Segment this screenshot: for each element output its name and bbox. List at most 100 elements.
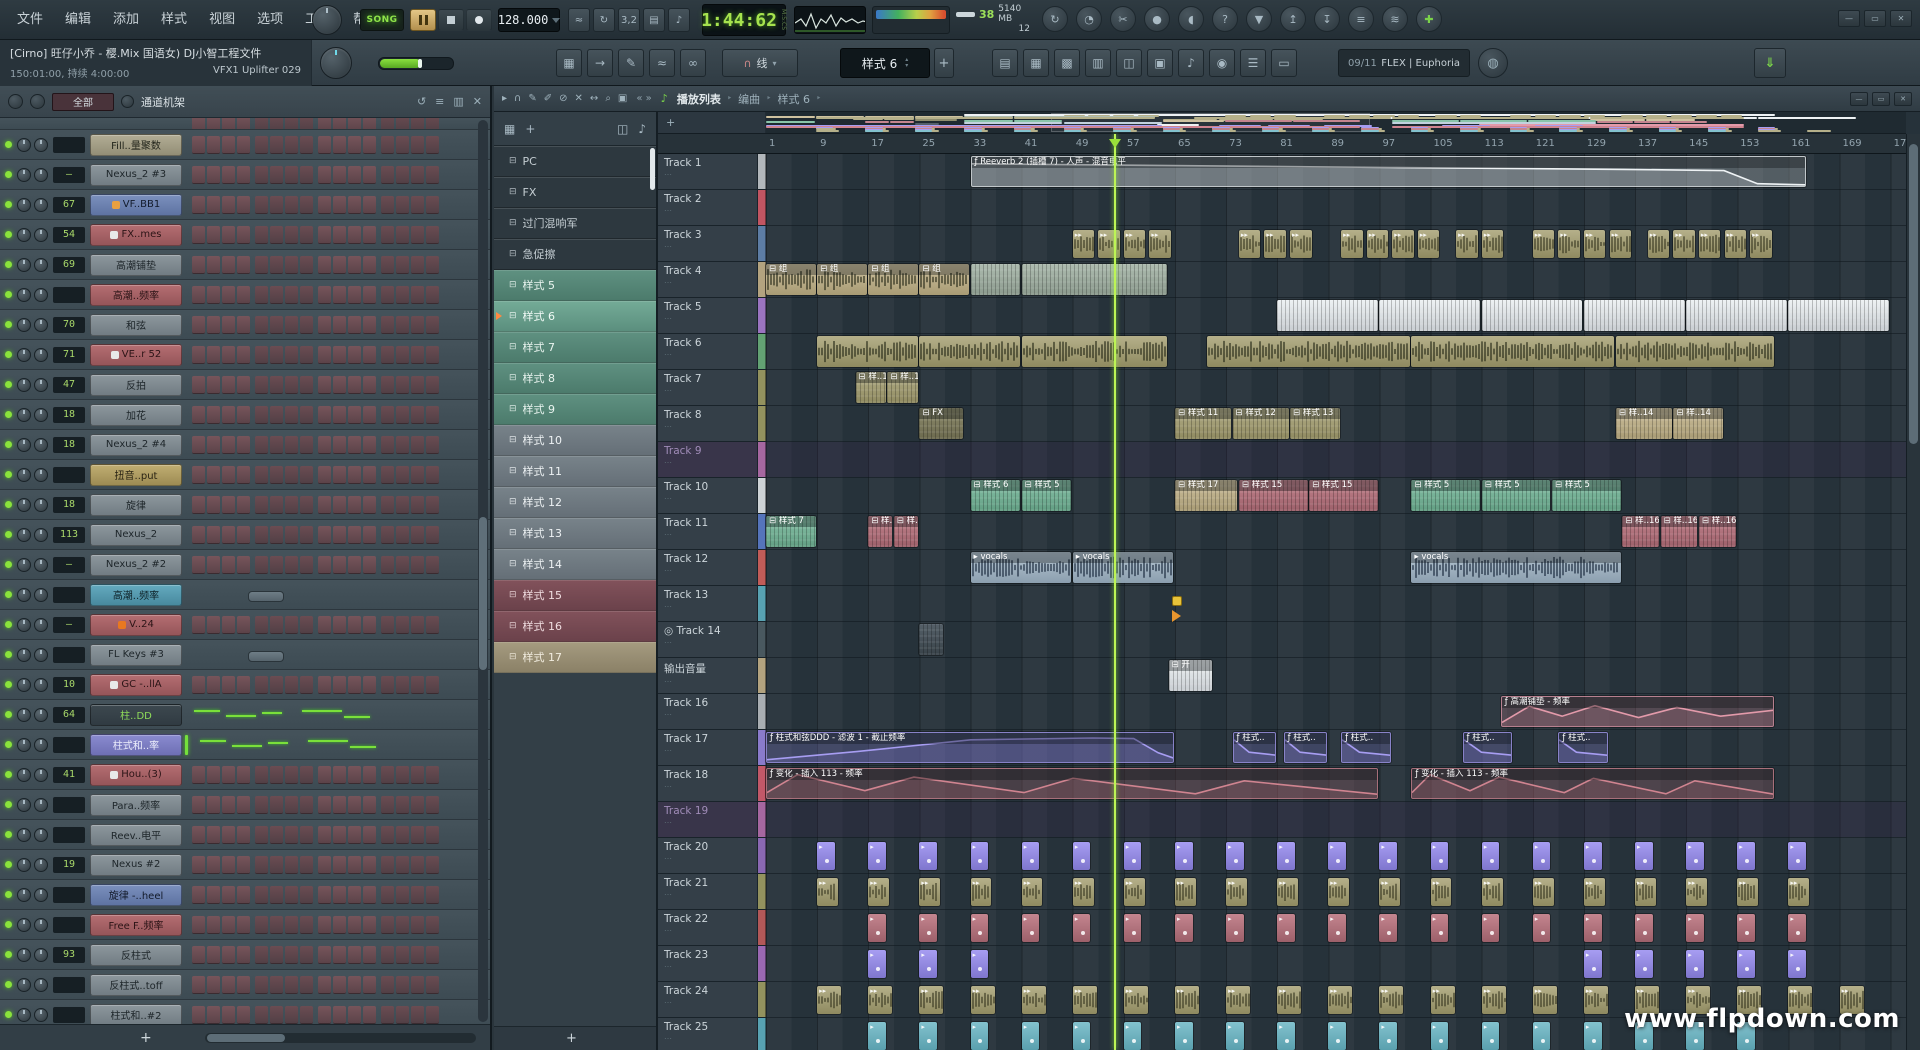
step-cell[interactable]: [381, 856, 394, 874]
step-cell[interactable]: [411, 286, 424, 304]
channel-mute-led[interactable]: [5, 711, 12, 718]
clip[interactable]: ⊟ 样..13: [887, 372, 917, 403]
clip[interactable]: ▸▸: [817, 878, 838, 906]
clip[interactable]: ▸▸: [1022, 878, 1043, 906]
step-cell[interactable]: [237, 826, 250, 844]
step-cell[interactable]: [396, 916, 409, 934]
step-cell[interactable]: [318, 226, 331, 244]
step-cell[interactable]: [300, 526, 313, 544]
step-cell[interactable]: [426, 676, 439, 694]
track-color-strip[interactable]: [758, 406, 766, 441]
clip[interactable]: [1686, 300, 1787, 331]
step-cell[interactable]: [237, 118, 250, 130]
step-cell[interactable]: [270, 826, 283, 844]
track-color-strip[interactable]: [758, 226, 766, 261]
save-icon[interactable]: ▼: [1246, 6, 1272, 32]
step-cell[interactable]: [237, 406, 250, 424]
step-cell[interactable]: [318, 976, 331, 994]
clip[interactable]: ▸▸: [1073, 878, 1094, 906]
channel-button[interactable]: Nexus_2: [90, 524, 182, 546]
step-cell[interactable]: [411, 196, 424, 214]
step-cell[interactable]: [255, 406, 268, 424]
clip[interactable]: ⊟ 样式 15: [1309, 480, 1378, 511]
channel-mute-led[interactable]: [5, 861, 12, 868]
channel-volume-knob[interactable]: [34, 948, 48, 962]
channel-button[interactable]: 反柱式: [90, 944, 182, 966]
rack-horizontal-scrollbar[interactable]: [205, 1033, 476, 1043]
step-cell[interactable]: [333, 616, 346, 634]
step-cell[interactable]: [411, 976, 424, 994]
channel-pan-knob[interactable]: [17, 318, 31, 332]
channel-button[interactable]: 反柱式..toff: [90, 974, 182, 996]
step-cell[interactable]: [237, 1006, 250, 1024]
zoom-tool-icon[interactable]: ⌕: [605, 93, 611, 104]
clip[interactable]: ▸: [1175, 914, 1193, 942]
tempo-display[interactable]: 128.000: [498, 8, 560, 32]
step-cell[interactable]: [426, 766, 439, 784]
clip[interactable]: ▸: [1328, 842, 1346, 870]
rack-options-icon[interactable]: [121, 95, 134, 108]
step-cell[interactable]: [300, 1006, 313, 1024]
channel-volume-knob[interactable]: [34, 528, 48, 542]
slider-thumb[interactable]: [418, 59, 422, 68]
step-cell[interactable]: [255, 466, 268, 484]
step-cell[interactable]: [285, 226, 298, 244]
step-cell[interactable]: [192, 166, 205, 184]
step-cell[interactable]: [192, 946, 205, 964]
mic-icon[interactable]: ●: [1144, 6, 1170, 32]
mixer-target-display[interactable]: 93: [53, 947, 85, 963]
channel-pan-knob[interactable]: [17, 168, 31, 182]
channel-volume-knob[interactable]: [34, 198, 48, 212]
step-cell[interactable]: [381, 796, 394, 814]
graph-icon[interactable]: ▥: [453, 95, 463, 108]
track-header[interactable]: Track 17…: [658, 730, 758, 765]
clip[interactable]: ▸▸: [971, 878, 992, 906]
pattern-item[interactable]: ⊟样式 13: [494, 518, 656, 549]
step-cell[interactable]: [192, 256, 205, 274]
step-cell[interactable]: [270, 796, 283, 814]
share-icon[interactable]: ✚: [1416, 6, 1442, 32]
step-cell[interactable]: [396, 766, 409, 784]
step-cell[interactable]: [348, 916, 361, 934]
clip[interactable]: ▸ vocals: [1073, 552, 1174, 583]
mixer-target-display[interactable]: [53, 737, 85, 753]
step-cell[interactable]: [207, 556, 220, 574]
channel-pan-knob[interactable]: [17, 948, 31, 962]
channel-volume-knob[interactable]: [34, 768, 48, 782]
step-cell[interactable]: [348, 1006, 361, 1024]
step-cell[interactable]: [207, 976, 220, 994]
step-cell[interactable]: [426, 196, 439, 214]
step-cell[interactable]: [426, 826, 439, 844]
step-cell[interactable]: [318, 826, 331, 844]
clip[interactable]: ⊟ 样式 11: [1175, 408, 1231, 439]
channel-volume-knob[interactable]: [34, 258, 48, 272]
clip[interactable]: ▸: [1379, 842, 1397, 870]
clip[interactable]: ▸▸: [1226, 878, 1247, 906]
step-cell[interactable]: [222, 886, 235, 904]
step-cell[interactable]: [222, 136, 235, 154]
maximize-button[interactable]: ▭: [1864, 10, 1886, 27]
channel-button[interactable]: FL Keys #3: [90, 644, 182, 666]
step-cell[interactable]: [411, 826, 424, 844]
step-cell[interactable]: [426, 466, 439, 484]
step-cell[interactable]: [318, 316, 331, 334]
step-cell[interactable]: [222, 226, 235, 244]
clip[interactable]: ⊟ 样..15: [894, 516, 918, 547]
step-cell[interactable]: [381, 436, 394, 454]
clip[interactable]: [817, 336, 918, 367]
clip[interactable]: ▸: [1584, 950, 1602, 978]
clip[interactable]: ▸: [1022, 842, 1040, 870]
step-cell[interactable]: [255, 916, 268, 934]
clip[interactable]: ▸▸: [1584, 986, 1608, 1014]
mixer-target-display[interactable]: [53, 887, 85, 903]
step-cell[interactable]: [270, 556, 283, 574]
channel-pan-knob[interactable]: [17, 588, 31, 602]
channel-button[interactable]: V..24: [90, 614, 182, 636]
clip[interactable]: ▸: [1124, 842, 1142, 870]
step-cell[interactable]: [426, 226, 439, 244]
clip[interactable]: ▸▸: [1558, 230, 1580, 258]
step-cell[interactable]: [363, 856, 376, 874]
clip[interactable]: ▸▸: [1750, 230, 1772, 258]
step-cell[interactable]: [348, 196, 361, 214]
step-cell[interactable]: [426, 496, 439, 514]
